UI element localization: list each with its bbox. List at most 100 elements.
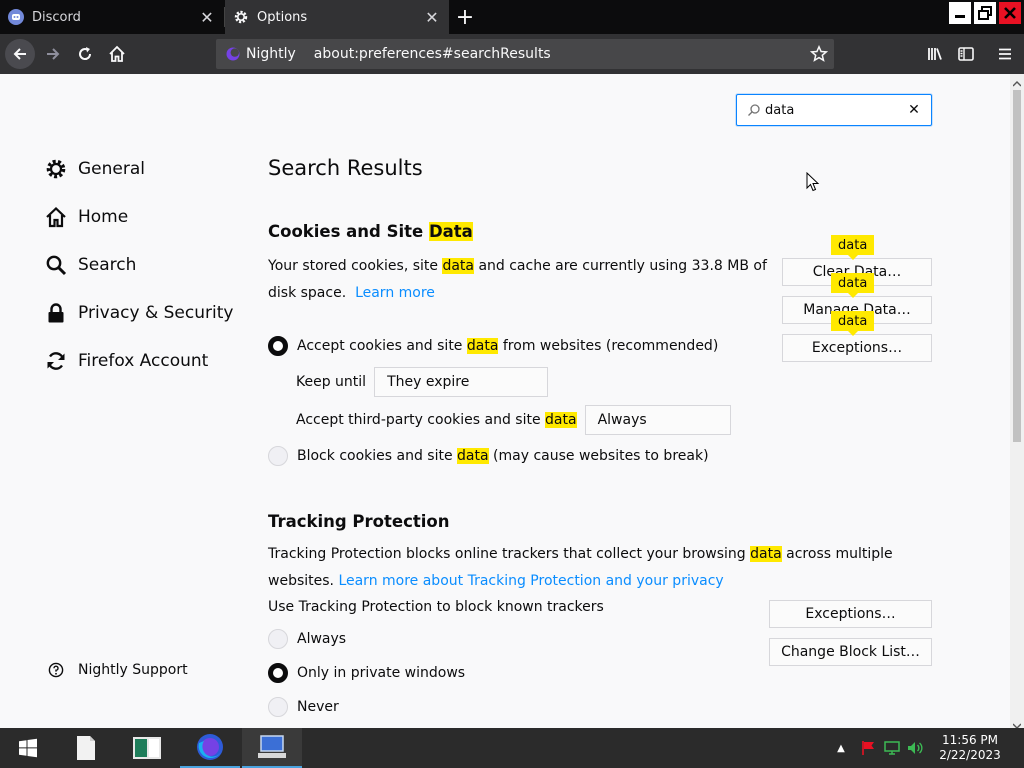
url-bar[interactable]: Nightly about:preferences#searchResults: [216, 39, 834, 69]
back-button[interactable]: [5, 39, 35, 69]
change-block-list-button[interactable]: Change Block List…: [769, 638, 932, 666]
identity-label: Nightly: [246, 46, 296, 62]
network-icon[interactable]: [882, 728, 902, 768]
search-highlight: Data: [428, 222, 473, 241]
discord-icon: [8, 9, 24, 25]
lock-icon: [44, 301, 68, 325]
tracking-never-radio[interactable]: Never: [268, 697, 339, 717]
system-clock[interactable]: 11:56 PM 2/22/2023: [934, 733, 1006, 763]
identity-box[interactable]: Nightly: [216, 39, 306, 69]
close-tab-icon[interactable]: ✕: [423, 8, 441, 27]
preferences-page: ✕ General Home Search Privacy & Security…: [0, 74, 1010, 728]
nightly-support-link[interactable]: Nightly Support: [48, 662, 188, 678]
dropdown-value: They expire: [387, 374, 470, 390]
category-home[interactable]: Home: [44, 202, 128, 232]
clear-search-icon[interactable]: ✕: [907, 102, 921, 118]
cookie-exceptions-button[interactable]: Exceptions…: [782, 334, 932, 362]
tracking-always-radio[interactable]: Always: [268, 629, 346, 649]
label-text: Block cookies and site: [297, 448, 458, 464]
cookies-section-title: Cookies and Site Data: [268, 222, 473, 241]
clock-date: 2/22/2023: [939, 748, 1001, 762]
search-highlight: data: [545, 412, 577, 428]
sync-icon: [44, 349, 68, 373]
keep-until-dropdown[interactable]: They expire: [374, 367, 549, 397]
tab-strip: Discord ✕ Options ✕ +: [0, 0, 1024, 34]
search-match-tooltip: data: [831, 311, 875, 336]
search-input[interactable]: [765, 102, 905, 118]
label-text: from websites (recommended): [498, 338, 719, 354]
support-label: Nightly Support: [78, 662, 188, 678]
action-center-flag-icon[interactable]: [858, 728, 878, 768]
search-highlight: data: [750, 546, 782, 562]
app-window-icon[interactable]: [127, 728, 167, 768]
scroll-up-arrow-icon[interactable]: [1012, 76, 1022, 87]
tab-options[interactable]: Options ✕: [225, 0, 449, 34]
radio-button[interactable]: [268, 697, 288, 717]
label-text: (may cause websites to break): [488, 448, 709, 464]
bookmark-star-icon[interactable]: [808, 43, 830, 65]
tab-discord[interactable]: Discord ✕: [0, 0, 224, 34]
cookies-description: Your stored cookies, site data and cache…: [268, 253, 768, 307]
start-button[interactable]: [8, 728, 48, 768]
keep-until-label: Keep until: [296, 374, 367, 390]
radio-button-checked[interactable]: [268, 336, 288, 356]
tracking-description: Tracking Protection blocks online tracke…: [268, 541, 898, 595]
desc-text: Your stored cookies, site: [268, 258, 443, 274]
sidebar-toggle-button[interactable]: [951, 39, 981, 69]
scroll-down-arrow-icon[interactable]: [1012, 718, 1022, 729]
volume-icon[interactable]: [905, 728, 925, 768]
gear-icon: [44, 157, 68, 181]
radio-button-checked[interactable]: [268, 663, 288, 683]
firefox-nightly-taskbar-icon[interactable]: [180, 728, 240, 768]
block-cookies-radio[interactable]: Block cookies and site data (may cause w…: [268, 446, 709, 466]
category-privacy-security[interactable]: Privacy & Security: [44, 298, 233, 328]
category-label: General: [78, 159, 145, 179]
minimize-window-button[interactable]: [949, 2, 971, 24]
close-tab-icon[interactable]: ✕: [198, 8, 216, 27]
category-label: Search: [78, 255, 137, 275]
search-icon: [747, 103, 761, 117]
preferences-search-box[interactable]: ✕: [736, 94, 932, 126]
scrollbar-thumb[interactable]: [1013, 90, 1021, 442]
tray-overflow-arrow-icon[interactable]: ▲: [834, 728, 848, 768]
reload-button[interactable]: [70, 39, 100, 69]
close-window-button[interactable]: [999, 2, 1021, 24]
library-button[interactable]: [920, 39, 950, 69]
search-highlight: data: [466, 338, 499, 354]
category-search[interactable]: Search: [44, 250, 136, 280]
accept-cookies-radio[interactable]: Accept cookies and site data from websit…: [268, 336, 718, 356]
new-tab-button[interactable]: +: [453, 5, 477, 30]
tracking-use-label: Use Tracking Protection to block known t…: [268, 599, 604, 615]
radio-button[interactable]: [268, 629, 288, 649]
tracking-private-radio[interactable]: Only in private windows: [268, 663, 465, 683]
third-party-dropdown[interactable]: Always: [584, 405, 731, 435]
dropdown-value: Always: [597, 412, 647, 428]
tracking-exceptions-button[interactable]: Exceptions…: [769, 600, 932, 628]
page-title: Search Results: [268, 156, 423, 180]
keep-until-row: Keep until They expire: [296, 367, 549, 397]
category-label: Privacy & Security: [78, 303, 234, 323]
nightly-logo-icon: [226, 47, 240, 61]
radio-label: Never: [297, 699, 339, 715]
remote-desktop-taskbar-icon[interactable]: [242, 728, 302, 768]
category-firefox-account[interactable]: Firefox Account: [44, 346, 208, 376]
page-scrollbar[interactable]: [1010, 74, 1024, 729]
tracking-learn-more-link[interactable]: Learn more about Tracking Protection and…: [338, 573, 723, 589]
windows-taskbar: ▲ 11:56 PM 2/22/2023: [0, 728, 1024, 768]
learn-more-link[interactable]: Learn more: [355, 285, 435, 301]
category-label: Firefox Account: [78, 351, 209, 371]
desc-text: Tracking Protection blocks online tracke…: [268, 546, 751, 562]
third-party-row: Accept third-party cookies and site data…: [296, 405, 731, 435]
label-text: Accept cookies and site: [297, 338, 467, 354]
radio-button[interactable]: [268, 446, 288, 466]
hamburger-menu-button[interactable]: [990, 39, 1020, 69]
search-icon: [44, 253, 68, 277]
search-highlight: data: [457, 448, 489, 464]
restore-window-button[interactable]: [974, 2, 996, 24]
forward-button[interactable]: [38, 39, 68, 69]
home-button[interactable]: [102, 39, 132, 69]
url-text[interactable]: about:preferences#searchResults: [314, 46, 551, 62]
clock-time: 11:56 PM: [942, 733, 998, 747]
document-app-icon[interactable]: [66, 728, 106, 768]
category-general[interactable]: General: [44, 154, 145, 184]
